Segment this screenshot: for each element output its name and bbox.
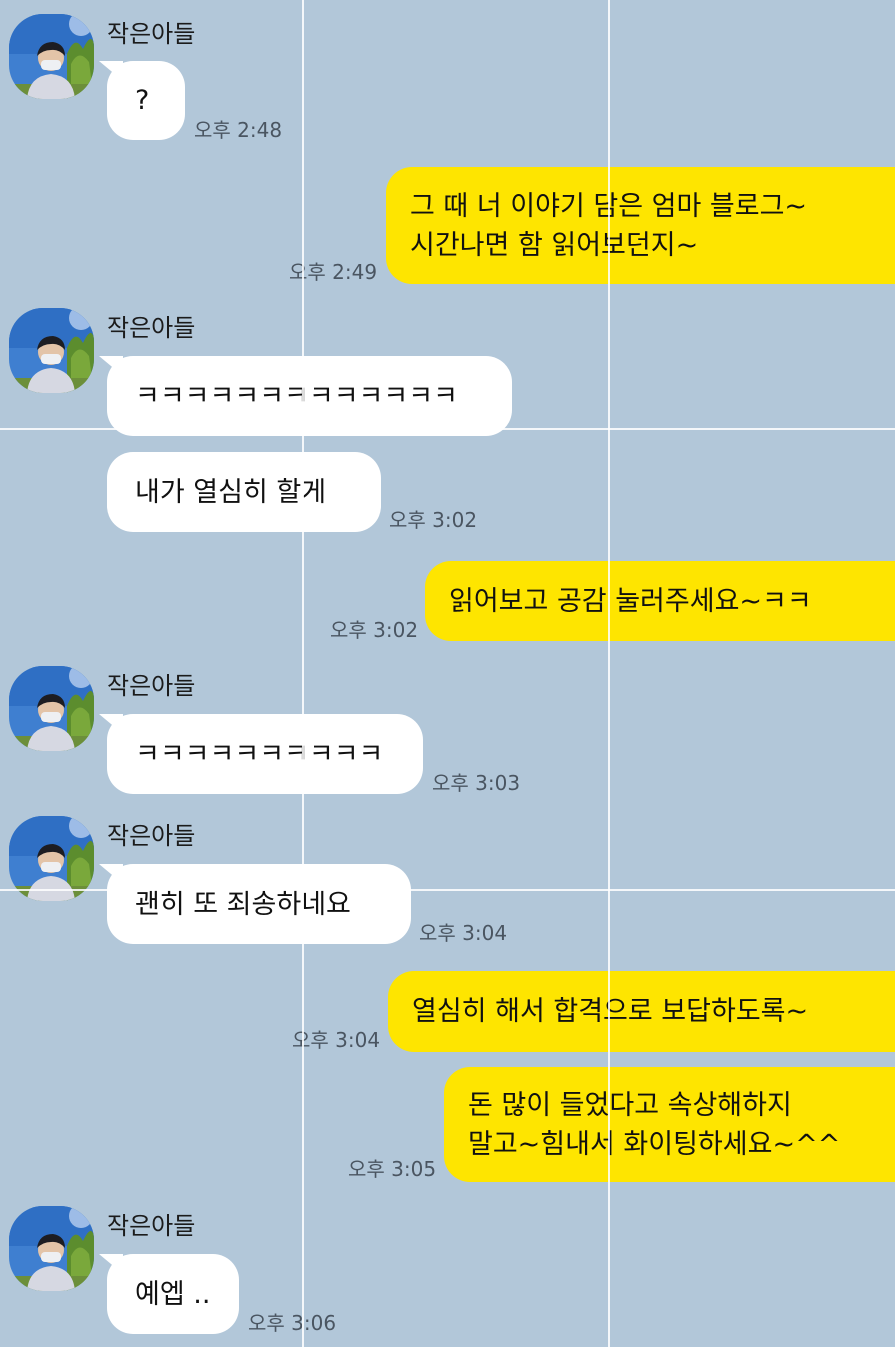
sender-name: 작은아들 <box>107 672 196 700</box>
message-text: ㅋㅋㅋㅋㅋㅋㅋㅋㅋㅋ <box>135 738 384 770</box>
profile-photo-icon[interactable] <box>9 816 94 901</box>
message-text-line: 말고~힘내서 화이팅하세요~^^ <box>468 1128 841 1160</box>
guide-line-vertical <box>302 0 304 1347</box>
message-text: 괜히 또 죄송하네요 <box>135 888 351 920</box>
outgoing-message-bubble[interactable]: 읽어보고 공감 눌러주세요~ㅋㅋ <box>425 561 895 641</box>
bubble-tail <box>99 1254 123 1274</box>
incoming-message-bubble[interactable]: 내가 열심히 할게 <box>107 452 381 532</box>
sender-name: 작은아들 <box>107 20 196 48</box>
message-time: 오후 3:04 <box>419 921 508 945</box>
incoming-message-bubble[interactable]: 괜히 또 죄송하네요 <box>99 864 411 944</box>
bubble-tail <box>99 356 123 376</box>
message-time: 오후 3:02 <box>389 508 478 532</box>
incoming-message-bubble[interactable]: 예엡 .. <box>99 1254 239 1334</box>
profile-photo-icon[interactable] <box>9 1206 94 1291</box>
outgoing-message-bubble[interactable]: 그 때 너 이야기 담은 엄마 블로그~ 시간나면 함 읽어보던지~ <box>386 167 895 284</box>
message-time: 오후 3:05 <box>348 1157 437 1181</box>
bubble-tail <box>99 714 123 734</box>
profile-photo-icon[interactable] <box>9 666 94 751</box>
incoming-message-bubble[interactable]: ㅋㅋㅋㅋㅋㅋㅋㅋㅋㅋㅋㅋㅋ <box>99 356 512 436</box>
message-text: 예엡 .. <box>135 1278 211 1310</box>
message-text: 읽어보고 공감 눌러주세요~ㅋㅋ <box>449 585 812 617</box>
message-time: 오후 3:06 <box>248 1311 337 1335</box>
message-text-line: 돈 많이 들었다고 속상해하지 <box>468 1089 792 1121</box>
sender-name: 작은아들 <box>107 822 196 850</box>
incoming-message-bubble[interactable]: ㅋㅋㅋㅋㅋㅋㅋㅋㅋㅋ <box>99 714 423 794</box>
message-time: 오후 2:49 <box>289 260 378 284</box>
message-time: 오후 3:02 <box>330 618 419 642</box>
outgoing-message-bubble[interactable]: 돈 많이 들었다고 속상해하지 말고~힘내서 화이팅하세요~^^ <box>444 1067 895 1182</box>
message-text: 열심히 해서 합격으로 보답하도록~ <box>412 996 809 1027</box>
profile-photo-icon[interactable] <box>9 14 94 99</box>
profile-photo-icon[interactable] <box>9 308 94 393</box>
message-text: ㅋㅋㅋㅋㅋㅋㅋㅋㅋㅋㅋㅋㅋ <box>135 380 458 412</box>
sender-name: 작은아들 <box>107 1212 196 1240</box>
message-text: ? <box>135 85 150 116</box>
sender-name: 작은아들 <box>107 314 196 342</box>
bubble-tail <box>99 61 123 81</box>
bubble-tail <box>99 864 123 884</box>
message-text-line: 시간나면 함 읽어보던지~ <box>410 229 699 261</box>
message-time: 오후 2:48 <box>194 118 283 142</box>
incoming-message-bubble[interactable]: ? <box>99 61 185 140</box>
outgoing-message-bubble[interactable]: 열심히 해서 합격으로 보답하도록~ <box>388 971 895 1052</box>
message-time: 오후 3:04 <box>292 1028 381 1052</box>
message-time: 오후 3:03 <box>432 771 521 795</box>
message-text-line: 그 때 너 이야기 담은 엄마 블로그~ <box>410 190 808 222</box>
message-text: 내가 열심히 할게 <box>135 476 327 508</box>
